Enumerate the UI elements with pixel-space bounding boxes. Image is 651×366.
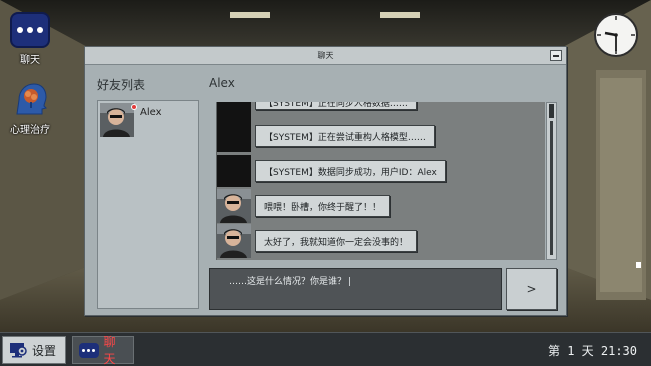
- scrollbar-thumb[interactable]: [549, 104, 554, 118]
- analog-clock-icon: [594, 13, 638, 57]
- taskbar-settings-button[interactable]: 设置: [2, 336, 66, 364]
- message-input-text: ……这是什么情况？你是谁？: [229, 277, 347, 287]
- avatar: [217, 189, 251, 223]
- text-caret: |: [348, 277, 352, 287]
- chat-bubble-icon: [10, 12, 50, 48]
- desktop-chat-shortcut[interactable]: 聊天: [2, 12, 58, 66]
- taskbar: 设置 聊天 第 1 天 21:30: [0, 332, 651, 366]
- message-bubble: 【SYSTEM】正在尝试重构人格模型……: [255, 125, 435, 147]
- scrollbar-track[interactable]: [550, 121, 553, 255]
- friend-list-item[interactable]: Alex: [100, 103, 196, 139]
- message-row: 【SYSTEM】数据同步成功，用户ID：Alex: [217, 155, 545, 187]
- chat-window: 聊天 好友列表 Alex Alex 【SYSTEM】正在同步人格数据…… 【SY…: [84, 46, 567, 316]
- message-scrollbar[interactable]: [546, 102, 557, 260]
- desktop-chat-label: 聊天: [20, 55, 40, 66]
- window-title: 聊天: [317, 51, 334, 60]
- friend-list: Alex: [97, 100, 199, 309]
- message-bubble: 喂喂！卧槽，你终于醒了！！: [255, 195, 391, 217]
- send-button[interactable]: >: [506, 268, 557, 310]
- avatar: [217, 224, 251, 258]
- monitor-gear-icon: [10, 343, 27, 358]
- taskbar-chat-label: 聊天: [103, 335, 116, 366]
- chat-bubble-icon: [79, 342, 99, 358]
- friend-list-heading: 好友列表: [97, 78, 146, 92]
- message-list: 【SYSTEM】正在同步人格数据…… 【SYSTEM】正在尝试重构人格模型…… …: [216, 102, 545, 260]
- window-titlebar[interactable]: 聊天: [85, 47, 566, 65]
- avatar: [100, 103, 134, 137]
- taskbar-settings-label: 设置: [32, 343, 57, 358]
- desktop-therapy-label: 心理治疗: [10, 125, 50, 136]
- message-row: 太好了，我就知道你一定会没事的！: [217, 224, 545, 258]
- friend-name: Alex: [140, 107, 162, 118]
- message-bubble: 【SYSTEM】正在同步人格数据……: [255, 102, 417, 110]
- unread-badge: [131, 104, 137, 110]
- minimize-button[interactable]: [550, 50, 562, 61]
- day-time-display: 第 1 天 21:30: [547, 344, 637, 358]
- message-row: 喂喂！卧槽，你终于醒了！！: [217, 189, 545, 223]
- message-row: 【SYSTEM】正在同步人格数据……: [217, 102, 545, 120]
- message-bubble: 【SYSTEM】数据同步成功，用户ID：Alex: [255, 160, 446, 182]
- brain-head-icon: [16, 83, 47, 115]
- taskbar-chat-button[interactable]: 聊天: [72, 335, 134, 366]
- desktop-therapy-shortcut[interactable]: 心理治疗: [2, 80, 58, 136]
- message-input[interactable]: ……这是什么情况？你是谁？ |: [209, 268, 502, 310]
- message-bubble: 太好了，我就知道你一定会没事的！: [255, 230, 418, 252]
- message-row: 【SYSTEM】正在尝试重构人格模型……: [217, 120, 545, 152]
- conversation-title: Alex: [209, 76, 235, 90]
